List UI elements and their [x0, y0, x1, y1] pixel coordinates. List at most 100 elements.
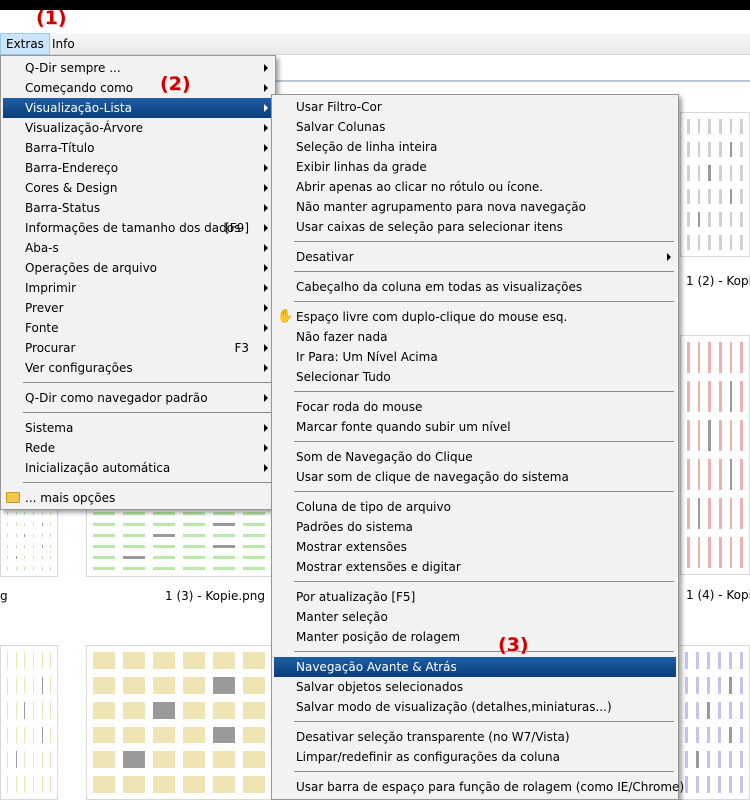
menu-info[interactable]: Info — [47, 33, 80, 55]
thumbnail-cell — [740, 537, 743, 568]
menu-item-sistema[interactable]: Sistema — [3, 418, 273, 438]
thumbnail-cell — [123, 652, 145, 669]
thumbnail-cell — [93, 652, 115, 669]
menu-item-aba-s[interactable]: Aba-s — [3, 238, 273, 258]
menu-item-barra-endereco[interactable]: Barra-Endereço — [3, 158, 273, 178]
menu-item-barra-status[interactable]: Barra-Status — [3, 198, 273, 218]
thumbnail-green[interactable] — [86, 505, 272, 577]
menu-item-selecionar-tudo[interactable]: Selecionar Tudo — [274, 367, 676, 387]
menu-item-label: Aba-s — [25, 241, 59, 255]
menu-item-marcar-fonte-quando-subir-um-nivel[interactable]: Marcar fonte quando subir um nível — [274, 417, 676, 437]
menu-item-barra-titulo[interactable]: Barra-Título — [3, 138, 273, 158]
menu-item-visualizacao-arvore[interactable]: Visualização-Árvore — [3, 118, 273, 138]
menu-item-usar-filtro-cor[interactable]: Usar Filtro-Cor — [274, 97, 676, 117]
thumbnail-cell — [687, 342, 690, 373]
submenu-arrow-icon — [667, 253, 671, 261]
thumbnail-cell — [50, 701, 51, 719]
thumbnail-gray[interactable] — [680, 112, 750, 257]
menu-item-padroes-do-sistema[interactable]: Padrões do sistema — [274, 517, 676, 537]
thumbnail-cell — [15, 523, 17, 526]
thumbnail-cell — [41, 556, 43, 559]
menu-item-usar-som-de-clique-de-navegacao-do-siste[interactable]: Usar som de clique de navegação do siste… — [274, 467, 676, 487]
menu-item-visualizacao-lista[interactable]: Visualização-Lista — [3, 98, 273, 118]
thumbnail-cell — [719, 342, 722, 373]
thumbnail-cell — [123, 512, 145, 515]
thumbnail-cell — [183, 726, 205, 744]
menu-item-label: Mostrar extensões — [296, 540, 407, 554]
menu-item-mostrar-extensoes[interactable]: Mostrar extensões — [274, 537, 676, 557]
menu-item-por-atualizacao-f5[interactable]: Por atualização [F5] — [274, 587, 676, 607]
menu-item-usar-barra-de-espaco-para-funcao-de-rola[interactable]: Usar barra de espaço para função de rola… — [274, 777, 684, 797]
menu-item-manter-posicao-de-rolagem[interactable]: Manter posição de rolagem — [274, 627, 676, 647]
menu-item-coluna-de-tipo-de-arquivo[interactable]: Coluna de tipo de arquivo — [274, 497, 676, 517]
menu-item-label: Usar barra de espaço para função de rola… — [296, 780, 685, 794]
thumbnail-red[interactable] — [680, 335, 750, 575]
menu-item-label: Focar roda do mouse — [296, 400, 423, 414]
menu-item-q-dir-sempre[interactable]: Q-Dir sempre ... — [3, 58, 273, 78]
menu-item-som-de-navegacao-do-clique[interactable]: Som de Navegação do Clique — [274, 447, 676, 467]
menu-item-label: Q-Dir como navegador padrão — [25, 391, 208, 405]
thumbnail-cell — [24, 545, 25, 548]
thumbnail-cell — [213, 512, 235, 515]
menu-item-imprimir[interactable]: Imprimir — [3, 278, 273, 298]
thumbnail-cell — [740, 234, 743, 250]
menu-item-salvar-modo-de-visualizacao-detalhes-min[interactable]: Salvar modo de visualização (detalhes,mi… — [274, 697, 676, 717]
menu-item-focar-roda-do-mouse[interactable]: Focar roda do mouse — [274, 397, 676, 417]
menu-item-usar-caixas-de-selecao-para-selecionar-i[interactable]: Usar caixas de seleção para selecionar i… — [274, 217, 676, 237]
submenu-arrow-icon — [264, 204, 268, 212]
thumbnail-cell — [93, 556, 115, 559]
menu-item-prever[interactable]: Prever — [3, 298, 273, 318]
thumbnail-cell — [183, 534, 205, 537]
menu-item-limpar-redefinir-as-configuracoes-da-col[interactable]: Limpar/redefinir as configurações da col… — [274, 747, 676, 767]
menu-item-q-dir-como-navegador-padrao[interactable]: Q-Dir como navegador padrão — [3, 388, 273, 408]
thumbnail-cell — [708, 498, 711, 529]
thumbnail-cell — [708, 142, 711, 158]
thumbnail-cell — [15, 512, 17, 515]
menu-item-mostrar-extensoes-e-digitar[interactable]: Mostrar extensões e digitar — [274, 557, 676, 577]
menu-item-cabecalho-da-coluna-em-todas-as-visualiz[interactable]: Cabeçalho da coluna em todas as visualiz… — [274, 277, 676, 297]
menu-item-desativar-selecao-transparente-no-w7-vis[interactable]: Desativar seleção transparente (no W7/Vi… — [274, 727, 676, 747]
menu-item-salvar-objetos-selecionados[interactable]: Salvar objetos selecionados — [274, 677, 676, 697]
menu-item-selecao-de-linha-inteira[interactable]: Seleção de linha inteira — [274, 137, 676, 157]
thumbnail-cell — [93, 523, 115, 526]
menu-item-manter-selecao[interactable]: Manter seleção — [274, 607, 676, 627]
submenu-arrow-icon — [264, 364, 268, 372]
thumbnail-green-left[interactable] — [0, 505, 58, 577]
thumbnail-cell — [7, 512, 8, 515]
menu-item-desativar[interactable]: Desativar — [274, 247, 676, 267]
menu-item-ir-para-um-nivel-acima[interactable]: Ir Para: Um Nível Acima — [274, 347, 676, 367]
menu-item-label: Seleção de linha inteira — [296, 140, 438, 154]
menu-item-fonte[interactable]: Fonte — [3, 318, 273, 338]
menu-item-operacoes-de-arquivo[interactable]: Operações de arquivo — [3, 258, 273, 278]
menu-extras[interactable]: Extras — [0, 33, 50, 55]
menu-item-ver-configuracoes[interactable]: Ver configurações — [3, 358, 273, 378]
menu-item-nao-fazer-nada[interactable]: Não fazer nada — [274, 327, 676, 347]
thumbnail-cell — [740, 188, 743, 204]
menu-separator — [23, 382, 271, 383]
menu-item-espaco-livre-com-duplo-clique-do-mouse-e[interactable]: ✋ Espaço livre com duplo-clique do mouse … — [274, 307, 676, 327]
menu-item-label: Desativar seleção transparente (no W7/Vi… — [296, 730, 570, 744]
menu-item-rede[interactable]: Rede — [3, 438, 273, 458]
menu-item-procurar[interactable]: Procurar F3 — [3, 338, 273, 358]
menu-item-navegacao-avante-atras[interactable]: Navegação Avante & Atrás — [274, 657, 676, 677]
menu-item-inicializacao-automatica[interactable]: Inicialização automática — [3, 458, 273, 478]
thumbnail-cell — [183, 556, 205, 559]
thumbnail-cell — [153, 726, 175, 744]
thumbnail-cell — [719, 188, 722, 204]
thumbnail-cell — [740, 701, 743, 719]
thumbnail-cell — [33, 512, 34, 515]
menu-item-comecando-como[interactable]: Começando como — [3, 78, 273, 98]
menu-item-mais-opcoes[interactable]: ... mais opções — [3, 488, 273, 508]
menu-item-informacoes-de-tamanho-dos-dados[interactable]: Informações de tamanho dos dados [F9] — [3, 218, 273, 238]
menu-item-salvar-colunas[interactable]: Salvar Colunas — [274, 117, 676, 137]
thumbnail-cell — [213, 726, 235, 744]
menu-item-cores-design[interactable]: Cores & Design — [3, 178, 273, 198]
thumbnail-cell — [697, 142, 701, 158]
thumbnail-yellow[interactable] — [86, 645, 272, 800]
menu-item-exibir-linhas-da-grade[interactable]: Exibir linhas da grade — [274, 157, 676, 177]
menu-item-nao-manter-agrupamento-para-nova-navegac[interactable]: Não manter agrupamento para nova navegaç… — [274, 197, 676, 217]
thumbnail-yellow-left[interactable] — [0, 645, 58, 800]
menu-item-abrir-apenas-ao-clicar-no-rotulo-ou-icon[interactable]: Abrir apenas ao clicar no rótulo ou ícon… — [274, 177, 676, 197]
thumbnail-caption: g — [0, 589, 8, 603]
thumbnail-blue[interactable] — [678, 645, 750, 800]
